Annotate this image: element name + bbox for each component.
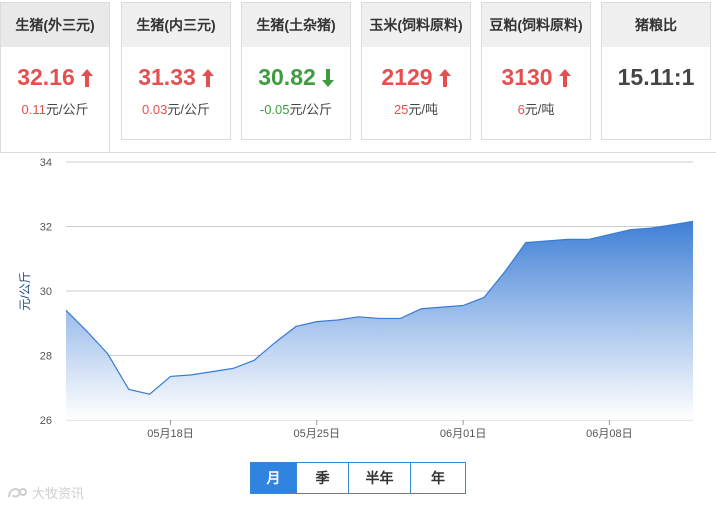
- arrow-up-icon: [438, 68, 451, 87]
- price-card-pig-inner[interactable]: 生猪(内三元) 31.33 0.03元/公斤: [121, 2, 231, 140]
- price-card-corn[interactable]: 玉米(饲料原料) 2129 25元/吨: [361, 2, 471, 140]
- card-title: 生猪(土杂猪): [242, 3, 350, 47]
- change-value: 0.03: [142, 102, 168, 117]
- area-fill: [66, 221, 693, 420]
- arrow-up-icon: [558, 68, 571, 87]
- arrow-down-icon: [321, 68, 334, 87]
- y-tick-label: 34: [40, 157, 52, 169]
- watermark-text: 大牧资讯: [32, 486, 85, 501]
- card-change: 25元/吨: [362, 99, 470, 118]
- period-tabs: 月 季 半年 年: [250, 462, 466, 494]
- price-card-pig-native[interactable]: 生猪(土杂猪) 30.82 -0.05元/公斤: [241, 2, 351, 140]
- card-price-row: 15.11:1: [602, 64, 710, 91]
- y-tick-label: 26: [40, 415, 52, 427]
- card-price-row: 31.33: [122, 64, 230, 91]
- change-value: 25: [393, 102, 409, 117]
- tab-half-year[interactable]: 半年: [349, 463, 411, 493]
- y-tick-label: 32: [40, 222, 52, 234]
- x-tick-label: 05月18日: [147, 428, 193, 440]
- change-value: 6: [517, 102, 525, 117]
- change-unit: 元/公斤: [289, 102, 333, 117]
- y-tick-label: 28: [40, 351, 52, 363]
- card-price: 31.33: [138, 64, 196, 90]
- watermark: 大牧资讯: [6, 483, 84, 502]
- arrow-up-icon: [80, 68, 93, 87]
- card-change: 6元/吨: [482, 99, 590, 118]
- tab-year[interactable]: 年: [411, 463, 465, 493]
- card-price: 2129: [381, 64, 433, 90]
- price-card-pig-outer[interactable]: 生猪(外三元) 32.16 0.11元/公斤: [0, 2, 110, 152]
- card-price-row: 2129: [362, 64, 470, 91]
- card-title: 玉米(饲料原料): [362, 3, 470, 47]
- card-price-row: 30.82: [242, 64, 350, 91]
- arrow-up-icon: [201, 68, 214, 87]
- tab-month[interactable]: 月: [251, 463, 297, 493]
- change-unit: 元/公斤: [167, 102, 210, 117]
- x-tick-label: 06月01日: [440, 428, 486, 440]
- card-price-row: 32.16: [1, 64, 109, 91]
- area-chart-svg: 26 28 30 32 34 05月18日 05月25日 06月01日 06月08日 元/公斤: [18, 157, 694, 440]
- card-title: 猪粮比: [602, 3, 710, 47]
- card-price: 15.11:1: [617, 64, 695, 90]
- card-price-row: 3130: [482, 64, 590, 91]
- card-title: 豆粕(饲料原料): [482, 3, 590, 47]
- card-change: -0.05元/公斤: [242, 99, 350, 118]
- card-title: 生猪(内三元): [122, 3, 230, 47]
- logo-icon: [8, 487, 27, 498]
- card-change: 0.11元/公斤: [1, 99, 109, 118]
- y-axis-label: 元/公斤: [18, 271, 32, 310]
- tab-quarter[interactable]: 季: [297, 463, 349, 493]
- card-price: 32.16: [17, 64, 75, 90]
- change-unit: 元/吨: [524, 102, 555, 117]
- y-tick-label: 30: [40, 286, 52, 298]
- change-value: -0.05: [259, 102, 290, 117]
- card-change: 0.03元/公斤: [122, 99, 230, 118]
- card-price: 30.82: [258, 64, 316, 90]
- price-card-soymeal[interactable]: 豆粕(饲料原料) 3130 6元/吨: [481, 2, 591, 140]
- card-price: 3130: [501, 64, 553, 90]
- card-title: 生猪(外三元): [1, 3, 109, 47]
- change-unit: 元/吨: [408, 102, 439, 117]
- x-tick-label: 06月08日: [586, 428, 632, 440]
- price-chart: 26 28 30 32 34 05月18日 05月25日 06月01日 06月08日 元/公斤: [0, 152, 716, 506]
- price-card-pig-grain-ratio[interactable]: 猪粮比 15.11:1: [601, 2, 711, 140]
- change-unit: 元/公斤: [45, 102, 89, 117]
- change-value: 0.11: [21, 102, 46, 117]
- x-tick-label: 05月25日: [294, 428, 340, 440]
